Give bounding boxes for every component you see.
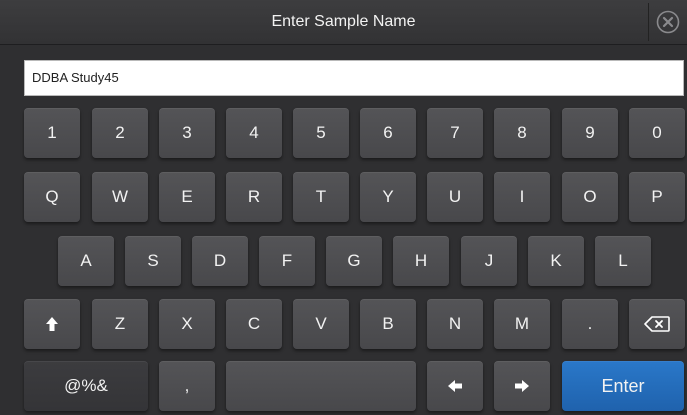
shift-key[interactable] [24, 299, 80, 349]
arrow-left-icon [448, 380, 462, 392]
backspace-key[interactable] [629, 299, 685, 349]
key-b[interactable]: B [360, 299, 416, 349]
key-1[interactable]: 1 [24, 108, 80, 158]
key-2[interactable]: 2 [92, 108, 148, 158]
key-comma[interactable]: , [159, 361, 215, 411]
key-j[interactable]: J [461, 236, 517, 286]
key-h[interactable]: H [393, 236, 449, 286]
key-8[interactable]: 8 [494, 108, 550, 158]
backspace-icon [644, 316, 670, 332]
key-4[interactable]: 4 [226, 108, 282, 158]
key-period[interactable]: . [562, 299, 618, 349]
key-c[interactable]: C [226, 299, 282, 349]
close-circle-icon [656, 10, 680, 34]
key-m[interactable]: M [494, 299, 550, 349]
dialog-header: Enter Sample Name [0, 0, 687, 45]
key-n[interactable]: N [427, 299, 483, 349]
key-y[interactable]: Y [360, 172, 416, 222]
key-l[interactable]: L [595, 236, 651, 286]
dialog-title: Enter Sample Name [271, 13, 416, 30]
key-g[interactable]: G [326, 236, 382, 286]
key-u[interactable]: U [427, 172, 483, 222]
key-t[interactable]: T [293, 172, 349, 222]
arrow-right-icon [515, 380, 529, 392]
key-6[interactable]: 6 [360, 108, 416, 158]
key-a[interactable]: A [58, 236, 114, 286]
key-5[interactable]: 5 [293, 108, 349, 158]
key-3[interactable]: 3 [159, 108, 215, 158]
key-z[interactable]: Z [92, 299, 148, 349]
key-k[interactable]: K [528, 236, 584, 286]
key-w[interactable]: W [92, 172, 148, 222]
close-button[interactable] [648, 3, 686, 41]
sample-name-input[interactable]: DDBA Study45 [24, 60, 684, 96]
cursor-left-key[interactable] [427, 361, 483, 411]
key-x[interactable]: X [159, 299, 215, 349]
key-s[interactable]: S [125, 236, 181, 286]
key-q[interactable]: Q [24, 172, 80, 222]
enter-button[interactable]: Enter [562, 361, 684, 411]
symbols-key[interactable]: @%& [24, 361, 148, 411]
key-v[interactable]: V [293, 299, 349, 349]
key-r[interactable]: R [226, 172, 282, 222]
key-e[interactable]: E [159, 172, 215, 222]
key-i[interactable]: I [494, 172, 550, 222]
arrow-up-icon [46, 317, 58, 331]
key-f[interactable]: F [259, 236, 315, 286]
cursor-right-key[interactable] [494, 361, 550, 411]
key-0[interactable]: 0 [629, 108, 685, 158]
space-key[interactable] [226, 361, 416, 411]
key-7[interactable]: 7 [427, 108, 483, 158]
key-p[interactable]: P [629, 172, 685, 222]
key-o[interactable]: O [562, 172, 618, 222]
key-d[interactable]: D [192, 236, 248, 286]
key-9[interactable]: 9 [562, 108, 618, 158]
